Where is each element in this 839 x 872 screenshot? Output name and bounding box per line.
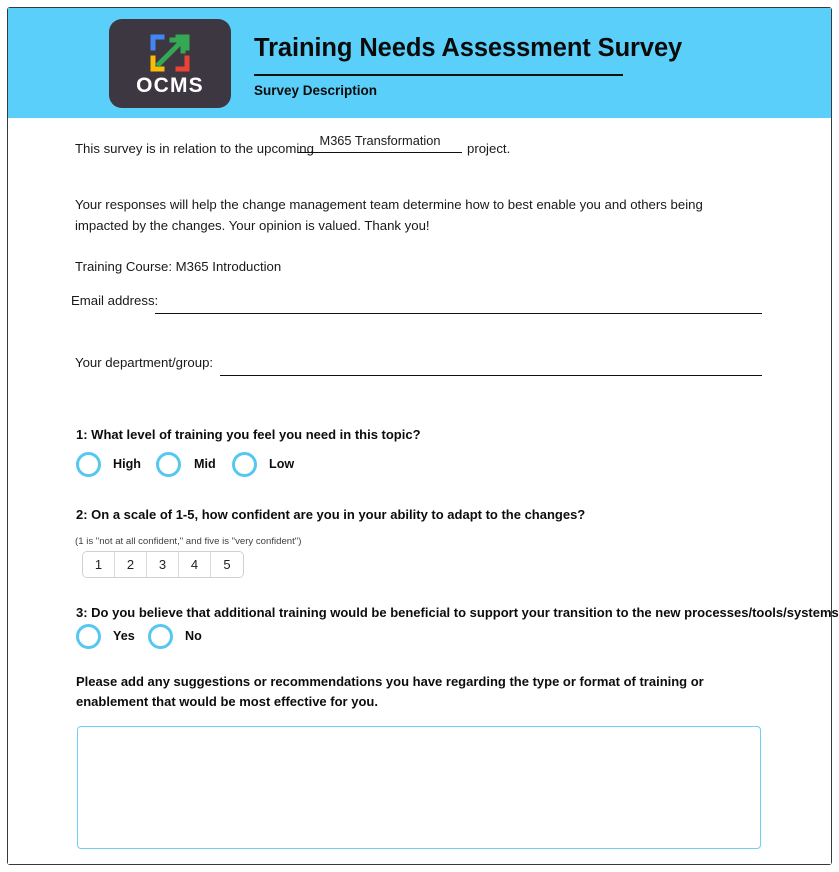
intro-tail-text: project.: [467, 141, 511, 156]
page-title: Training Needs Assessment Survey: [254, 34, 683, 62]
q2-scale-option-1[interactable]: 1: [83, 552, 115, 577]
question-1-text: 1: What level of training you feel you n…: [76, 427, 421, 442]
project-name-field[interactable]: M365 Transformation: [298, 133, 462, 153]
q3-option-yes-label: Yes: [113, 629, 135, 643]
q1-option-low-radio[interactable]: [232, 452, 257, 477]
q2-scale-group: 1 2 3 4 5: [82, 551, 244, 578]
q2-scale-option-2[interactable]: 2: [115, 552, 147, 577]
q3-option-no-radio[interactable]: [148, 624, 173, 649]
suggestions-prompt: Please add any suggestions or recommenda…: [76, 674, 704, 709]
question-3-text: 3: Do you believe that additional traini…: [76, 605, 839, 620]
suggestions-textarea[interactable]: [77, 726, 761, 849]
logo-text: OCMS: [136, 74, 204, 97]
question-2-text: 2: On a scale of 1-5, how confident are …: [76, 507, 586, 522]
intro-lead-text: This survey is in relation to the upcomi…: [75, 141, 314, 156]
q1-option-high-radio[interactable]: [76, 452, 101, 477]
email-label: Email address:: [71, 293, 159, 308]
page-subtitle: Survey Description: [254, 83, 378, 98]
q1-option-mid-radio[interactable]: [156, 452, 181, 477]
q2-scale-option-5[interactable]: 5: [211, 552, 243, 577]
q1-option-low-label: Low: [269, 457, 295, 471]
survey-body: This survey is in relation to the upcomi…: [8, 118, 839, 864]
department-label: Your department/group:: [75, 355, 214, 370]
q3-option-no-label: No: [185, 629, 202, 643]
q1-option-high-label: High: [113, 457, 141, 471]
question-2-hint: (1 is "not at all confident," and five i…: [75, 536, 302, 547]
survey-header: OCMS Training Needs Assessment Survey Su…: [8, 8, 831, 118]
email-field[interactable]: [155, 313, 762, 314]
q1-option-mid-label: Mid: [194, 457, 216, 471]
q2-scale-option-4[interactable]: 4: [179, 552, 211, 577]
training-course-line: Training Course: M365 Introduction: [75, 259, 282, 274]
q3-option-yes-radio[interactable]: [76, 624, 101, 649]
q2-scale-option-3[interactable]: 3: [147, 552, 179, 577]
ocms-logo: OCMS: [109, 19, 231, 108]
survey-page: OCMS Training Needs Assessment Survey Su…: [0, 0, 839, 872]
intro-paragraph: Your responses will help the change mana…: [75, 197, 703, 233]
title-divider: [254, 74, 623, 76]
expand-arrow-icon: [150, 34, 190, 72]
department-field[interactable]: [220, 375, 762, 376]
